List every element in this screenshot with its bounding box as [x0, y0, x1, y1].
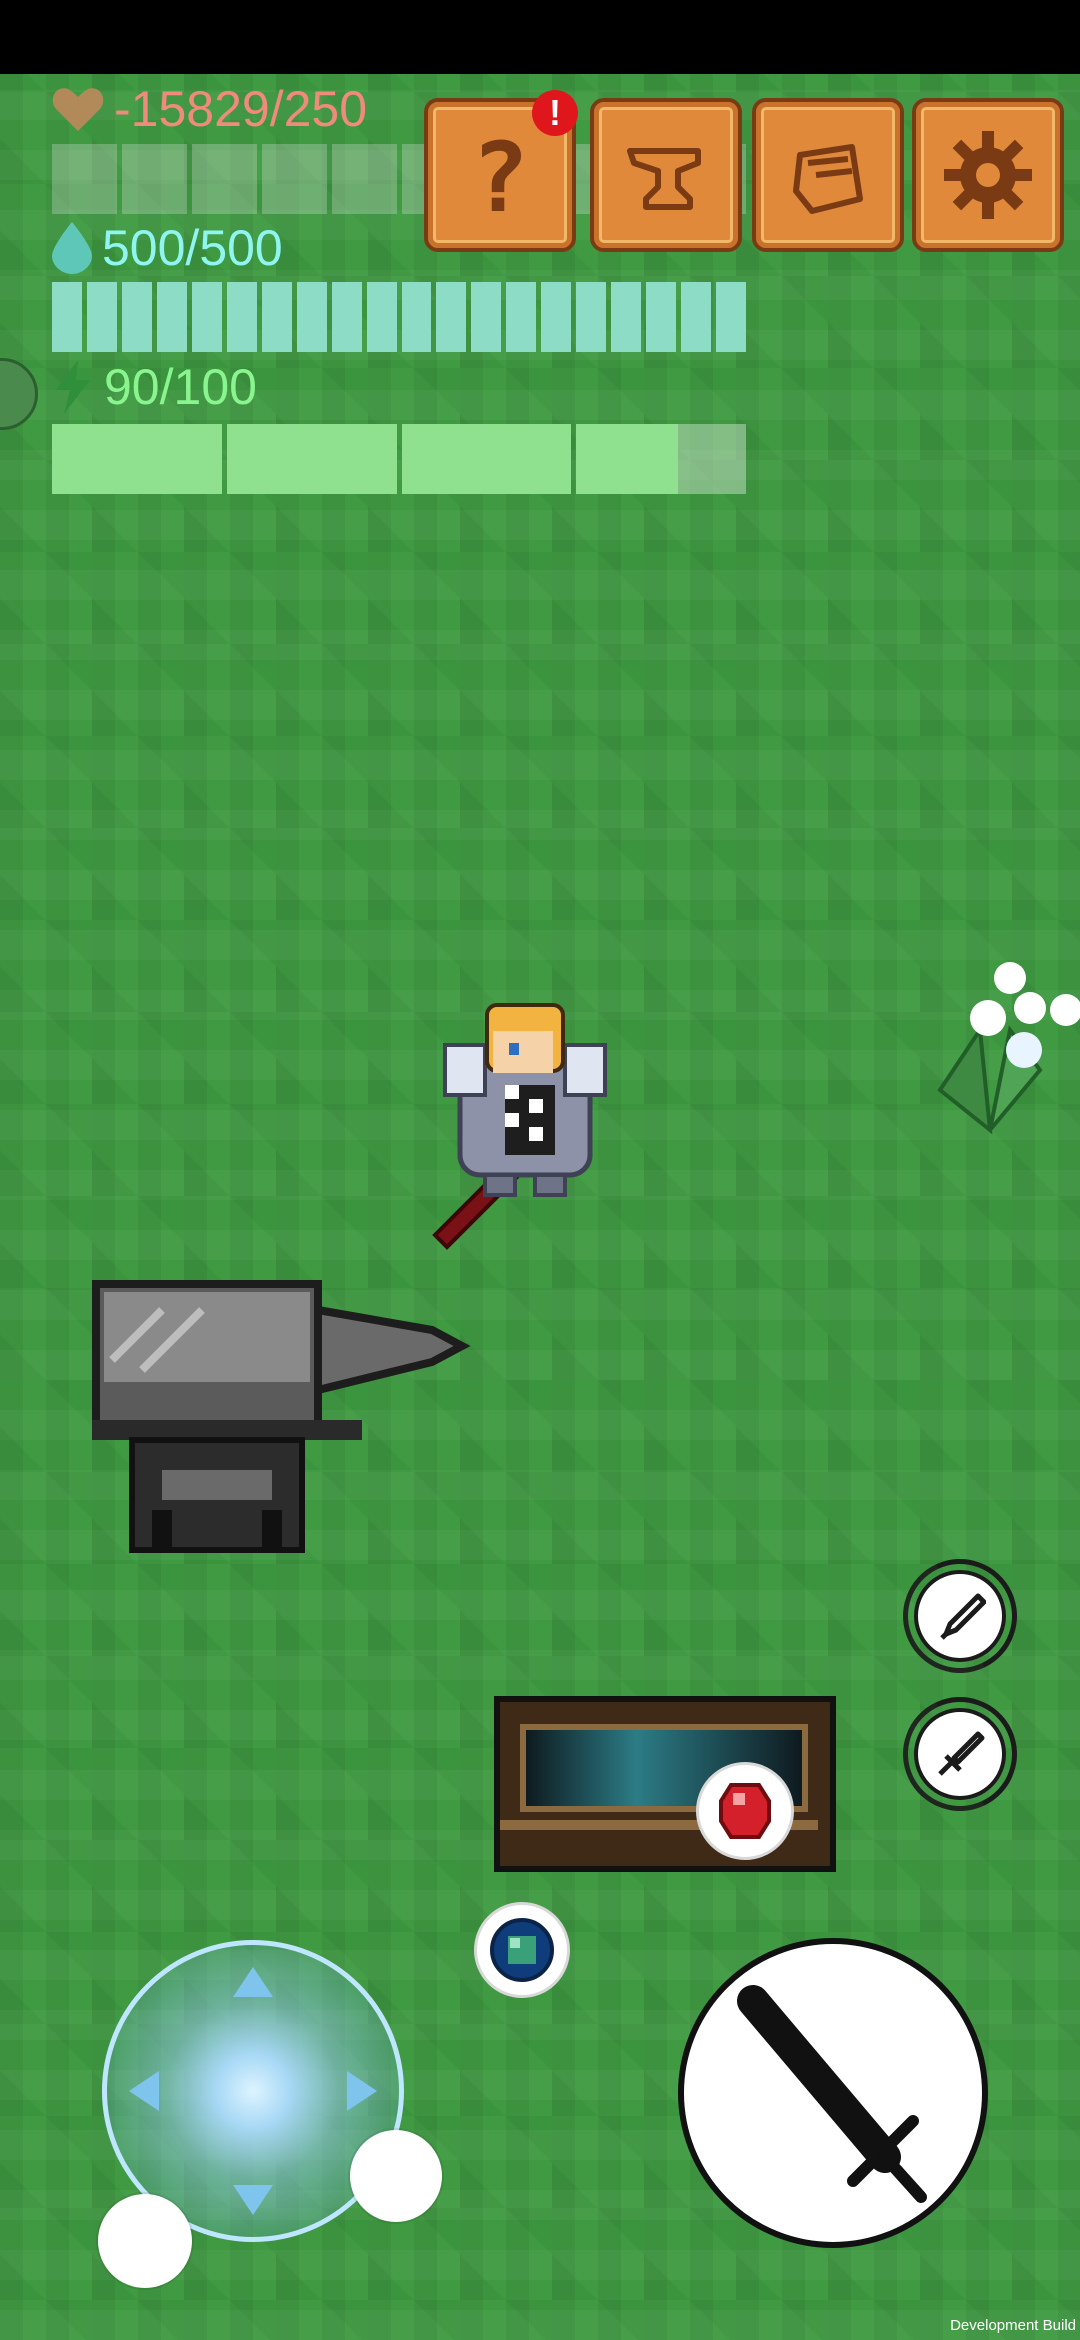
- sword-icon: [938, 1731, 985, 1776]
- action-button-secondary[interactable]: [350, 2130, 442, 2222]
- notification-badge: !: [532, 90, 578, 136]
- arrow-down-icon: [233, 2185, 273, 2215]
- energy-value: 90/100: [104, 359, 257, 415]
- water-drop-icon: [52, 222, 92, 274]
- health-value: -15829/250: [114, 81, 368, 137]
- settings-button[interactable]: [912, 98, 1064, 252]
- sapphire-gem-item[interactable]: [474, 1902, 570, 1998]
- arrow-left-icon: [129, 2071, 159, 2111]
- anvil-button[interactable]: [590, 98, 742, 252]
- anvil-object: [92, 1280, 471, 1553]
- anvil-icon: [627, 148, 701, 210]
- pen-blade-icon: [940, 1593, 986, 1640]
- flower-plant: [937, 962, 1080, 1135]
- help-label: ?: [471, 127, 529, 223]
- skill-slot-1[interactable]: [914, 1570, 1006, 1662]
- top-status-bar: [0, 0, 1080, 74]
- arrow-up-icon: [233, 1967, 273, 1997]
- attack-button[interactable]: [678, 1938, 988, 2248]
- inventory-button[interactable]: [752, 98, 904, 252]
- energy-row: 90/100: [52, 360, 257, 414]
- development-build-label: Development Build: [950, 2317, 1076, 2334]
- heart-icon: [52, 88, 104, 131]
- ruby-gem-icon: [719, 1783, 771, 1839]
- gear-icon: [944, 131, 1032, 219]
- sword-icon: [737, 1985, 927, 2203]
- mana-bar: [52, 282, 747, 352]
- mana-row: 500/500: [52, 222, 283, 274]
- question-mark-icon: ?: [471, 127, 529, 223]
- mana-value: 500/500: [102, 220, 283, 276]
- ruby-gem-item[interactable]: [696, 1762, 794, 1860]
- energy-bar: [52, 424, 746, 494]
- arrow-right-icon: [347, 2071, 377, 2111]
- skill-slot-2[interactable]: [914, 1708, 1006, 1800]
- action-button-tertiary[interactable]: [98, 2194, 192, 2288]
- player-character: [432, 1003, 607, 1250]
- side-menu-toggle[interactable]: [0, 358, 38, 430]
- sapphire-gem-icon: [490, 1918, 554, 1982]
- backpack-icon: [793, 144, 863, 214]
- health-row: -15829/250: [52, 84, 367, 134]
- lightning-icon: [56, 360, 90, 414]
